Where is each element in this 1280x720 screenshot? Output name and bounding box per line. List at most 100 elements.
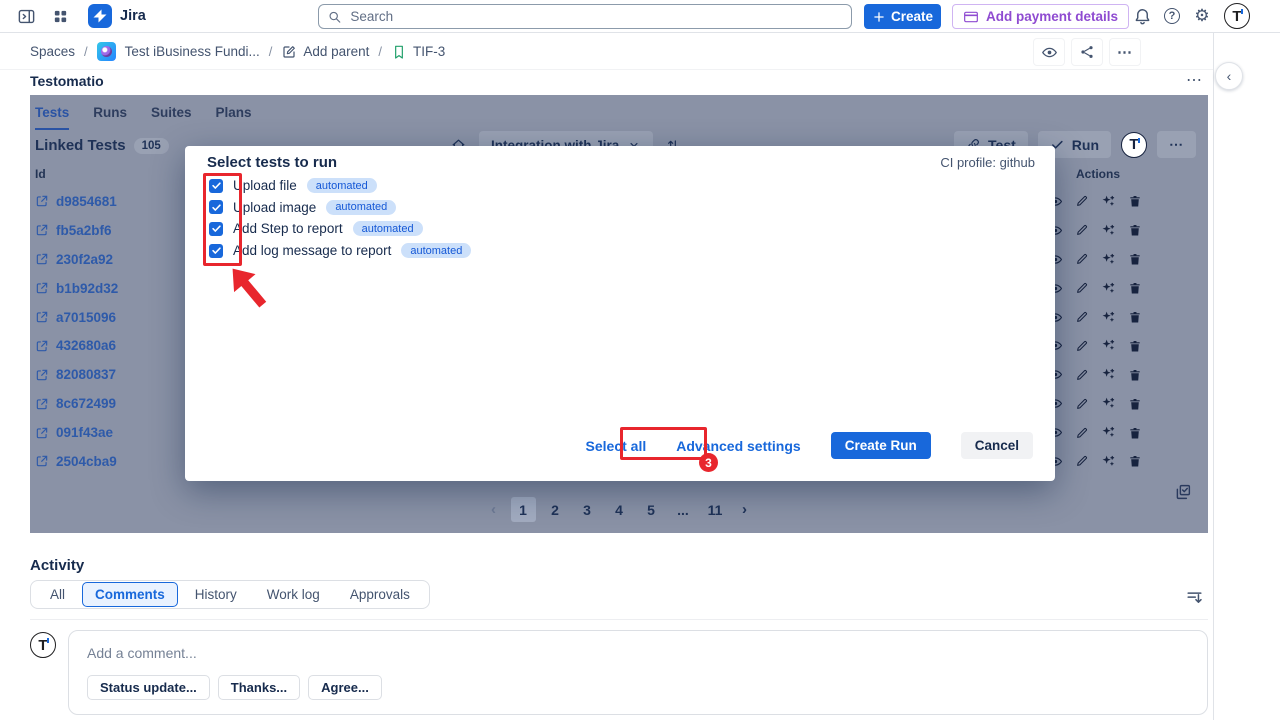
create-button[interactable]: Create [864, 4, 941, 29]
settings-button[interactable]: ⚙ [1188, 2, 1216, 30]
delete-icon[interactable] [1128, 194, 1142, 208]
share-button[interactable] [1071, 38, 1103, 66]
edit-icon[interactable] [1075, 454, 1089, 468]
tab-comments[interactable]: Comments [82, 582, 178, 607]
test-id-link[interactable]: 2504cba9 [35, 454, 117, 469]
delete-icon[interactable] [1128, 339, 1142, 353]
edit-icon[interactable] [1075, 194, 1089, 208]
edit-icon[interactable] [1075, 310, 1089, 324]
search-icon [327, 9, 342, 25]
test-id-link[interactable]: 432680a6 [35, 338, 116, 353]
project-avatar [97, 42, 116, 61]
delete-icon[interactable] [1128, 368, 1142, 382]
delete-icon[interactable] [1128, 426, 1142, 440]
page-1[interactable]: 1 [511, 497, 536, 522]
section-more-button[interactable]: ⋯ [1186, 70, 1203, 90]
delete-icon[interactable] [1128, 310, 1142, 324]
collapse-panel-button[interactable]: ‹ [1215, 62, 1243, 90]
external-link-icon [35, 397, 49, 411]
delete-icon[interactable] [1128, 252, 1142, 266]
watch-button[interactable] [1033, 38, 1065, 66]
widget-more-button[interactable]: ⋯ [1157, 131, 1196, 158]
help-button[interactable]: ? [1158, 2, 1186, 30]
activity-title: Activity [30, 557, 84, 574]
test-id-link[interactable]: 091f43ae [35, 425, 113, 440]
edit-icon[interactable] [1075, 252, 1089, 266]
test-id-link[interactable]: 8c672499 [35, 396, 116, 411]
delete-icon[interactable] [1128, 454, 1142, 468]
column-header-id: Id [35, 167, 46, 181]
sidebar-toggle-button[interactable] [12, 2, 40, 30]
comment-composer[interactable]: Add a comment... Status update... Thanks… [68, 630, 1208, 715]
pagination: ‹ 1 2 3 4 5 ... 11 › [30, 497, 1208, 522]
quick-reply-agree[interactable]: Agree... [308, 675, 382, 700]
user-avatar[interactable]: T [1224, 3, 1250, 29]
prev-page-icon[interactable]: ‹ [484, 501, 504, 518]
testomatio-avatar[interactable]: T [1121, 132, 1147, 158]
eye-icon [1041, 44, 1058, 61]
notifications-button[interactable] [1128, 2, 1156, 30]
breadcrumb-issue[interactable]: TIF-3 [391, 44, 445, 60]
ellipsis-icon: ⋯ [1169, 136, 1184, 153]
add-parent-button[interactable]: Add parent [281, 44, 369, 60]
page-5[interactable]: 5 [639, 497, 664, 522]
divider [30, 619, 1208, 620]
search-input[interactable] [348, 8, 843, 25]
sparkles-icon[interactable] [1101, 338, 1116, 353]
search-bar[interactable] [318, 4, 852, 29]
tab-tests[interactable]: Tests [35, 101, 69, 130]
sparkles-icon[interactable] [1101, 223, 1116, 238]
cancel-button[interactable]: Cancel [961, 432, 1033, 459]
tab-all[interactable]: All [37, 582, 78, 607]
add-payment-details-button[interactable]: Add payment details [952, 4, 1129, 29]
breadcrumb-project[interactable]: Test iBusiness Fundi... [125, 44, 260, 59]
edit-icon[interactable] [1075, 426, 1089, 440]
edit-icon[interactable] [1075, 397, 1089, 411]
quick-reply-status-update[interactable]: Status update... [87, 675, 210, 700]
more-actions-button[interactable]: ⋯ [1109, 38, 1141, 66]
page-4[interactable]: 4 [607, 497, 632, 522]
create-run-button[interactable]: Create Run [831, 432, 931, 459]
delete-icon[interactable] [1128, 397, 1142, 411]
delete-icon[interactable] [1128, 223, 1142, 237]
tab-approvals[interactable]: Approvals [337, 582, 423, 607]
sparkles-icon[interactable] [1101, 252, 1116, 267]
external-link-icon [35, 339, 49, 353]
tab-plans[interactable]: Plans [216, 101, 252, 130]
test-id-link[interactable]: b1b92d32 [35, 281, 118, 296]
delete-icon[interactable] [1128, 281, 1142, 295]
sparkles-icon[interactable] [1101, 396, 1116, 411]
quick-reply-thanks[interactable]: Thanks... [218, 675, 300, 700]
test-id-link[interactable]: a7015096 [35, 310, 116, 325]
edit-icon[interactable] [1075, 368, 1089, 382]
edit-icon[interactable] [1075, 223, 1089, 237]
sparkles-icon[interactable] [1101, 367, 1116, 382]
sparkles-icon[interactable] [1101, 310, 1116, 325]
tab-suites[interactable]: Suites [151, 101, 192, 130]
sparkles-icon[interactable] [1101, 281, 1116, 296]
app-switcher-button[interactable] [46, 2, 74, 30]
breadcrumb-separator: / [269, 44, 273, 59]
tab-history[interactable]: History [182, 582, 250, 607]
sort-comments-icon[interactable] [1185, 588, 1204, 607]
page-11[interactable]: 11 [703, 497, 728, 522]
test-option-label: Upload file [233, 178, 297, 193]
current-user-avatar: T [30, 632, 56, 658]
sparkles-icon[interactable] [1101, 425, 1116, 440]
test-id-link[interactable]: 82080837 [35, 367, 116, 382]
comment-placeholder[interactable]: Add a comment... [87, 645, 197, 661]
tab-runs[interactable]: Runs [93, 101, 127, 130]
edit-icon[interactable] [1075, 281, 1089, 295]
page-3[interactable]: 3 [575, 497, 600, 522]
tab-work-log[interactable]: Work log [254, 582, 333, 607]
edit-icon[interactable] [1075, 339, 1089, 353]
breadcrumb-spaces[interactable]: Spaces [30, 44, 75, 59]
page-2[interactable]: 2 [543, 497, 568, 522]
test-id-link[interactable]: d9854681 [35, 194, 117, 209]
next-page-icon[interactable]: › [735, 501, 755, 518]
test-id-link[interactable]: fb5a2bf6 [35, 223, 112, 238]
jira-logo[interactable] [88, 4, 112, 28]
sparkles-icon[interactable] [1101, 454, 1116, 469]
test-id-link[interactable]: 230f2a92 [35, 252, 113, 267]
sparkles-icon[interactable] [1101, 194, 1116, 209]
